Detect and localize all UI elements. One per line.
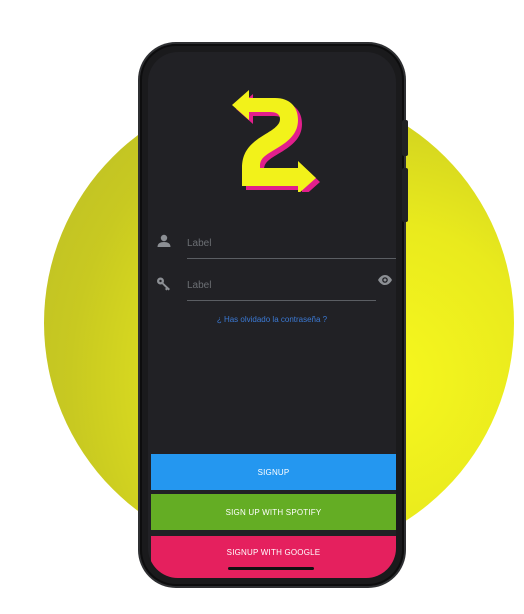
app-logo-icon — [232, 90, 320, 192]
key-icon — [157, 277, 170, 291]
app-screen: Label Label ¿ Has olvidado la contraseña… — [148, 52, 396, 578]
password-field[interactable]: Label — [156, 271, 396, 305]
username-underline — [187, 258, 396, 259]
username-label: Label — [187, 238, 212, 249]
forgot-password-link[interactable]: ¿ Has olvidado la contraseña ? — [148, 315, 396, 324]
user-icon — [157, 234, 171, 247]
phone-side-button — [402, 120, 408, 156]
password-underline — [187, 300, 376, 301]
phone-side-button — [402, 168, 408, 222]
password-label: Label — [187, 280, 212, 291]
signup-button[interactable]: SIGNUP — [151, 454, 396, 490]
google-signup-button[interactable]: SIGNUP WITH GOOGLE — [151, 536, 396, 578]
spotify-signup-button[interactable]: SIGN UP WITH SPOTIFY — [151, 494, 396, 530]
eye-icon[interactable] — [377, 272, 393, 288]
username-field[interactable]: Label — [156, 229, 396, 263]
home-indicator — [228, 567, 314, 570]
